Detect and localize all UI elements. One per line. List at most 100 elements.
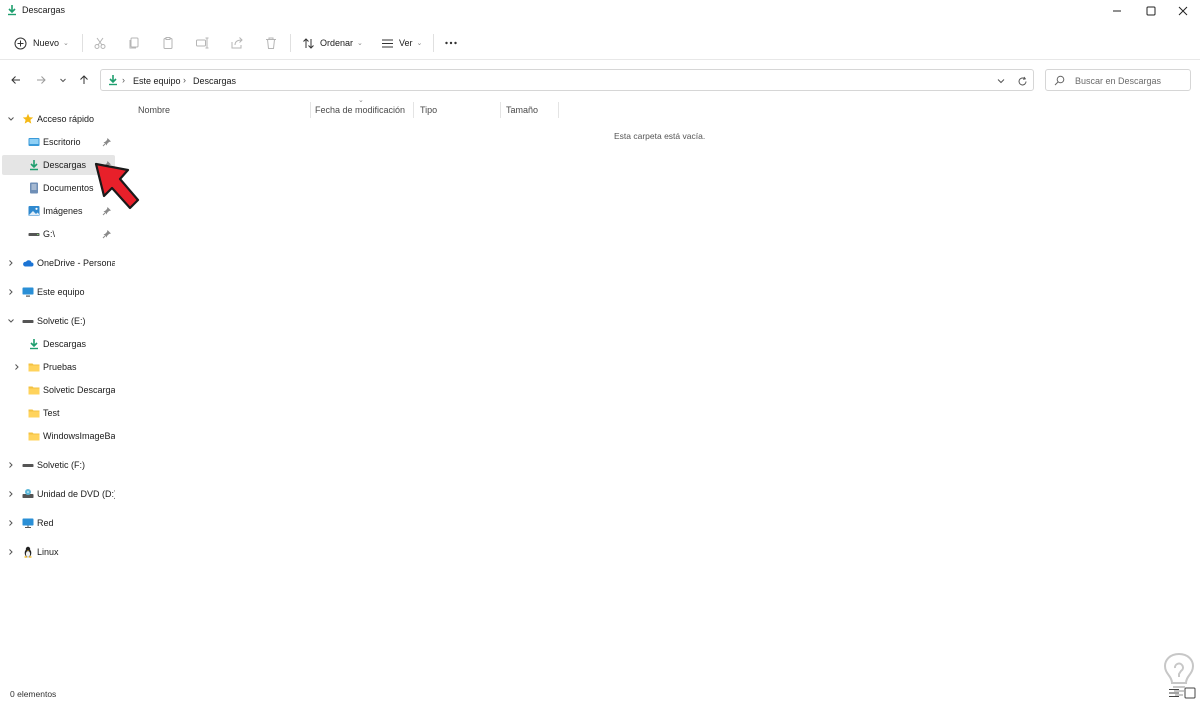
command-bar: Nuevo ⌄ Ordenar ⌄ Ver ⌄ <box>0 26 1200 60</box>
chevron-right-icon[interactable] <box>6 547 16 557</box>
status-bar: 0 elementos <box>0 685 1200 703</box>
column-divider[interactable] <box>413 102 414 118</box>
view-icon <box>382 39 393 47</box>
sidebar-item-pruebas[interactable]: Pruebas <box>2 357 115 377</box>
paste-button[interactable] <box>161 32 175 54</box>
minimize-button[interactable] <box>1100 0 1134 22</box>
view-button[interactable]: Ver ⌄ <box>381 32 422 54</box>
sidebar-item-solvetic-f[interactable]: Solvetic (F:) <box>2 455 115 475</box>
column-divider[interactable] <box>500 102 501 118</box>
column-header-name[interactable]: Nombre <box>138 105 170 115</box>
sidebar-item-windowsimagebackup[interactable]: WindowsImageBackup <box>2 426 115 446</box>
sort-button[interactable]: Ordenar ⌄ <box>302 32 363 54</box>
sidebar-item-descargas-e[interactable]: Descargas <box>2 334 115 354</box>
title-bar: Descargas <box>0 0 1200 22</box>
sidebar-item-este-equipo[interactable]: Este equipo <box>2 282 115 302</box>
breadcrumb-descargas[interactable]: Descargas <box>193 76 236 86</box>
sidebar-item-label: Solvetic (F:) <box>37 460 86 470</box>
sidebar-item-solvetic-e[interactable]: Solvetic (E:) <box>2 311 115 331</box>
column-divider[interactable] <box>310 102 311 118</box>
linux-icon <box>22 546 34 558</box>
watermark-logo <box>1163 652 1195 696</box>
search-input[interactable]: Buscar en Descargas <box>1075 76 1161 86</box>
download-icon <box>28 338 40 350</box>
back-button[interactable] <box>8 72 24 88</box>
sidebar-item-escritorio[interactable]: Escritorio <box>2 132 115 152</box>
column-header-date[interactable]: Fecha de modificación <box>315 105 405 115</box>
computer-icon <box>22 286 34 298</box>
chevron-down-icon[interactable] <box>6 316 16 326</box>
sidebar-item-label: Imágenes <box>43 206 83 216</box>
desktop-icon <box>28 136 40 148</box>
sidebar-item-solvetic-descargas[interactable]: Solvetic Descargas <box>2 380 115 400</box>
maximize-icon <box>1146 6 1156 16</box>
new-button[interactable]: Nuevo ⌄ <box>14 32 69 54</box>
folder-icon <box>28 384 40 396</box>
column-header-type[interactable]: Tipo <box>420 105 437 115</box>
cut-icon <box>94 37 106 49</box>
chevron-right-icon[interactable] <box>6 460 16 470</box>
pin-icon[interactable] <box>102 137 112 147</box>
rename-button[interactable] <box>195 32 209 54</box>
arrow-right-icon <box>37 76 46 84</box>
sidebar-item-drive-g[interactable]: G:\ <box>2 224 115 244</box>
maximize-button[interactable] <box>1134 0 1168 22</box>
search-box[interactable]: Buscar en Descargas <box>1045 69 1191 91</box>
up-button[interactable] <box>76 72 92 88</box>
search-icon <box>1054 75 1065 88</box>
divider <box>290 34 291 52</box>
drive-icon <box>28 228 40 240</box>
column-divider[interactable] <box>558 102 559 118</box>
address-dropdown-button[interactable] <box>994 74 1008 88</box>
rename-icon <box>196 37 209 49</box>
sidebar-item-label: Solvetic Descargas <box>43 385 115 395</box>
sidebar-item-red[interactable]: Red <box>2 513 115 533</box>
drive-icon <box>22 315 34 327</box>
sidebar-item-acceso-rapido[interactable]: Acceso rápido <box>2 109 115 129</box>
sidebar-item-dvd[interactable]: Unidad de DVD (D:) <box>2 484 115 504</box>
recent-locations-button[interactable] <box>55 72 71 88</box>
pictures-icon <box>28 205 40 217</box>
folder-icon <box>28 430 40 442</box>
column-header-size[interactable]: Tamaño <box>506 105 538 115</box>
address-bar[interactable]: › Este equipo › Descargas <box>100 69 1034 91</box>
breadcrumb-este-equipo[interactable]: Este equipo <box>133 76 181 86</box>
chevron-right-icon[interactable] <box>6 258 16 268</box>
sidebar-item-label: WindowsImageBackup <box>43 431 115 441</box>
new-label: Nuevo <box>33 38 60 48</box>
sidebar-item-label: Documentos <box>43 183 94 193</box>
chevron-right-icon: › <box>122 75 125 85</box>
arrow-up-icon <box>80 75 88 84</box>
folder-icon <box>28 407 40 419</box>
sidebar-item-linux[interactable]: Linux <box>2 542 115 562</box>
cut-button[interactable] <box>93 32 107 54</box>
delete-button[interactable] <box>264 32 278 54</box>
divider <box>82 34 83 52</box>
chevron-right-icon[interactable] <box>6 489 16 499</box>
chevron-down-icon <box>60 78 66 83</box>
more-button[interactable] <box>444 32 458 54</box>
share-button[interactable] <box>230 32 244 54</box>
refresh-button[interactable] <box>1015 74 1029 88</box>
star-icon <box>22 113 34 125</box>
forward-button[interactable] <box>33 72 49 88</box>
sidebar-item-test[interactable]: Test <box>2 403 115 423</box>
copy-button[interactable] <box>127 32 141 54</box>
sidebar-item-onedrive[interactable]: OneDrive - Personal <box>2 253 115 273</box>
close-button[interactable] <box>1166 0 1200 22</box>
column-headers: Nombre ⌄ Fecha de modificación Tipo Tama… <box>122 97 572 120</box>
sidebar-item-label: Red <box>37 518 54 528</box>
plus-circle-icon <box>14 37 27 49</box>
more-icon <box>445 41 457 45</box>
chevron-right-icon[interactable] <box>12 362 22 372</box>
chevron-down-icon[interactable] <box>6 114 16 124</box>
chevron-right-icon[interactable] <box>6 287 16 297</box>
empty-folder-message: Esta carpeta está vacía. <box>614 131 706 141</box>
view-label: Ver <box>399 38 413 48</box>
chevron-down-icon: ⌄ <box>416 40 423 47</box>
chevron-right-icon[interactable] <box>6 518 16 528</box>
sort-indicator-icon: ⌄ <box>358 97 364 104</box>
pin-icon[interactable] <box>102 229 112 239</box>
sidebar-item-label: Escritorio <box>43 137 81 147</box>
minimize-icon <box>1113 10 1121 12</box>
